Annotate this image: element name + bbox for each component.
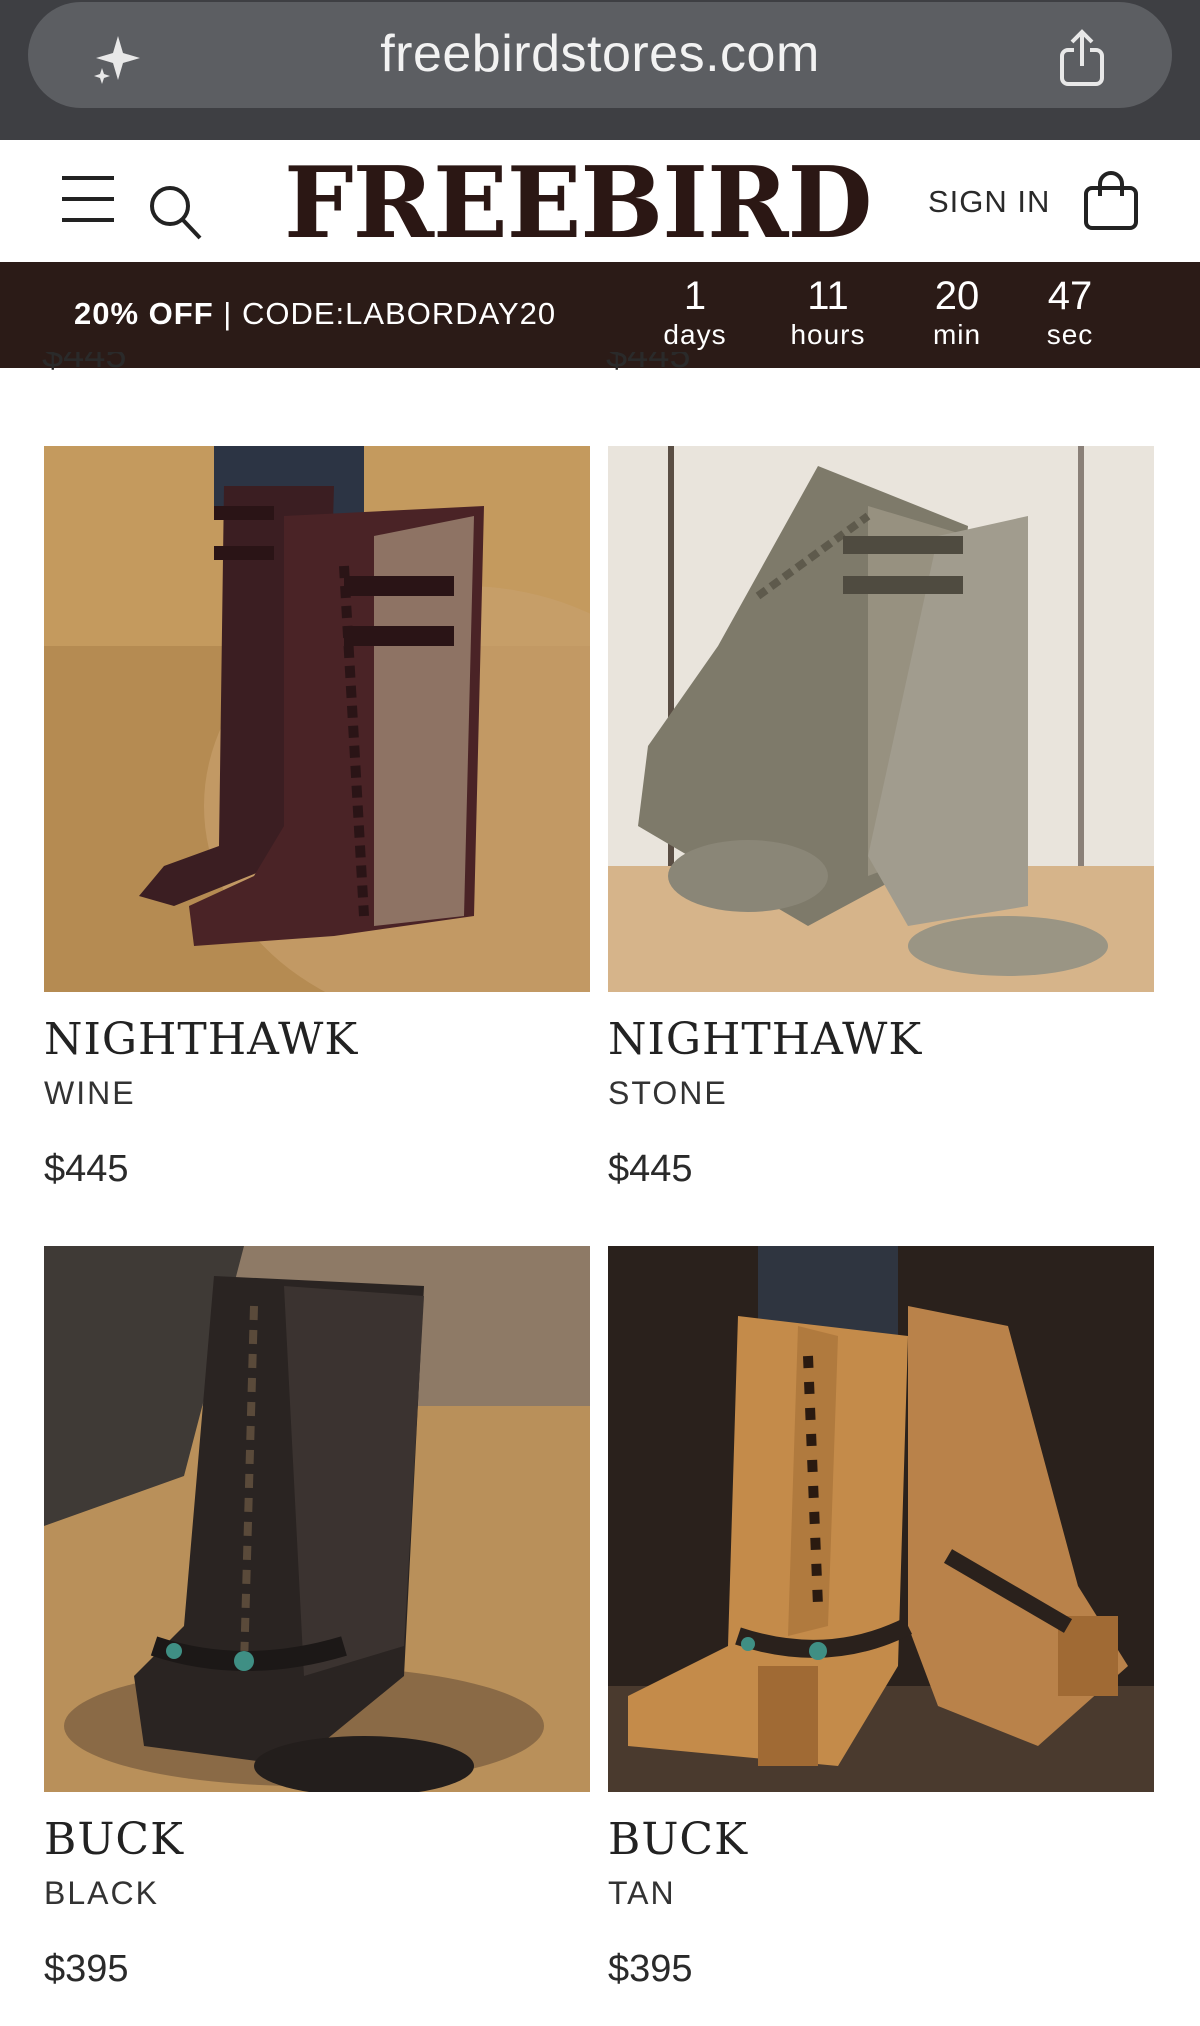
product-card[interactable]: NIGHTHAWK STONE $445 [608, 446, 1154, 1191]
countdown-min-label: min [932, 319, 982, 350]
hamburger-menu-icon[interactable] [60, 174, 116, 224]
site-header: FREEBIRD SIGN IN [0, 140, 1200, 262]
sign-in-link[interactable]: SIGN IN [928, 184, 1050, 220]
promo-code: CODE:LABORDAY20 [241, 296, 557, 331]
product-price-partial: $445 [42, 352, 127, 376]
product-image[interactable] [44, 1246, 590, 1792]
countdown-days-value: 1 [683, 274, 707, 318]
promo-banner: 20% OFF | CODE:LABORDAY20 1 days 11 hour… [0, 262, 1200, 368]
product-name[interactable]: NIGHTHAWK [608, 1014, 1154, 1065]
product-image[interactable] [608, 1246, 1154, 1792]
product-price: $445 [608, 1148, 693, 1190]
countdown-min-value: 20 [934, 274, 980, 318]
countdown-min: 20 min [902, 274, 1012, 352]
product-card[interactable]: BUCK TAN $395 [608, 1246, 1154, 1991]
countdown-sec-value: 47 [1047, 274, 1093, 318]
freebird-logo[interactable]: FREEBIRD [284, 154, 873, 254]
product-card[interactable]: NIGHTHAWK WINE $445 [44, 446, 590, 1191]
url-text[interactable]: freebirdstores.com [28, 24, 1172, 84]
product-name[interactable]: BUCK [608, 1814, 1154, 1865]
product-price: $445 [44, 1148, 129, 1190]
countdown-hours-label: hours [790, 319, 866, 350]
product-color: BLACK [44, 1875, 159, 1911]
promo-text: 20% OFF | CODE:LABORDAY20 [74, 296, 556, 332]
share-icon[interactable] [1054, 28, 1110, 88]
countdown-hours: 11 hours [773, 274, 883, 352]
product-price-partial: $445 [606, 352, 691, 376]
countdown-sec: 47 sec [1015, 274, 1125, 352]
shopping-bag-icon[interactable] [1082, 170, 1140, 232]
promo-discount: 20% OFF [74, 296, 214, 331]
search-icon[interactable] [148, 184, 204, 242]
countdown-days-label: days [663, 319, 727, 350]
product-name[interactable]: NIGHTHAWK [44, 1014, 590, 1065]
product-name[interactable]: BUCK [44, 1814, 590, 1865]
product-image[interactable] [44, 446, 590, 992]
product-image[interactable] [608, 446, 1154, 992]
product-color: TAN [608, 1875, 676, 1911]
address-bar[interactable]: freebirdstores.com [28, 2, 1172, 108]
countdown-hours-value: 11 [807, 274, 849, 318]
countdown-sec-label: sec [1046, 319, 1094, 350]
countdown-days: 1 days [640, 274, 750, 352]
product-card[interactable]: BUCK BLACK $395 [44, 1246, 590, 1991]
product-color: STONE [608, 1075, 728, 1111]
browser-toolbar: freebirdstores.com [0, 0, 1200, 140]
promo-separator: | [213, 296, 242, 331]
product-color: WINE [44, 1075, 136, 1111]
product-price: $395 [44, 1948, 129, 1990]
product-price: $395 [608, 1948, 693, 1990]
